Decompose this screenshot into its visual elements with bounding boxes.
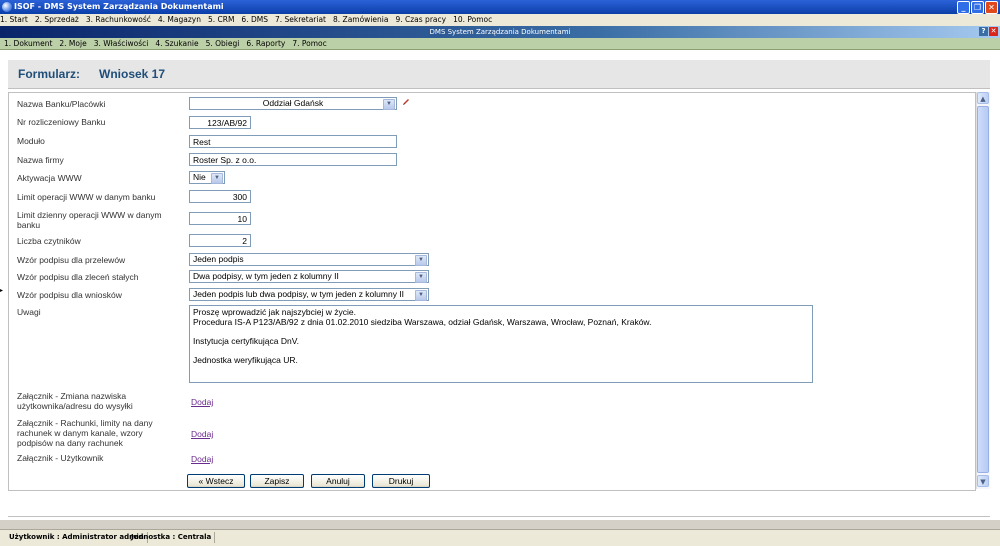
www-label: Aktywacja WWW <box>17 173 82 183</box>
company-input[interactable]: Roster Sp. z o.o. <box>189 153 397 166</box>
notes-label: Uwagi <box>17 307 41 317</box>
submenu-document[interactable]: 1. Dokument <box>4 39 52 48</box>
subwindow-close-icon[interactable]: ✕ <box>989 27 998 36</box>
back-button[interactable]: « Wstecz <box>187 474 245 488</box>
form-header: Formularz: Wniosek 17 <box>8 60 990 89</box>
att1-add-link[interactable]: Dodaj <box>191 397 213 407</box>
menu-worktime[interactable]: 9. Czas pracy <box>395 15 446 24</box>
submenu-search[interactable]: 4. Szukanie <box>155 39 198 48</box>
chevron-down-icon[interactable]: ▼ <box>211 173 223 184</box>
submenu-properties[interactable]: 3. Właściwości <box>94 39 149 48</box>
restore-icon[interactable]: ❐ <box>971 1 984 14</box>
dms-menu: 1. Dokument 2. Moje 3. Właściwości 4. Szuka… <box>0 38 1000 50</box>
module-input[interactable]: Rest <box>189 135 397 148</box>
menu-secretariat[interactable]: 7. Sekretariat <box>275 15 326 24</box>
notes-line: Jednostka weryfikująca UR. <box>193 354 298 365</box>
menu-start[interactable]: 1. Start <box>0 15 28 24</box>
menu-accounting[interactable]: 3. Rachunkowość <box>86 15 151 24</box>
notes-textarea[interactable]: Proszę wprowadzić jak najszybciej w życi… <box>189 305 813 383</box>
submenu-help[interactable]: 7. Pomoc <box>292 39 326 48</box>
att1-label: Załącznik - Zmiana nazwiska użytkownika/… <box>17 391 133 411</box>
scroll-up-icon[interactable]: ▲ <box>977 92 989 104</box>
close-icon[interactable]: ✕ <box>985 1 998 14</box>
window-controls: _ ❐ ✕ <box>957 1 998 14</box>
limit-op-input[interactable]: 300 <box>189 190 251 203</box>
company-label: Nazwa firmy <box>17 155 64 165</box>
readers-input[interactable]: 2 <box>189 234 251 247</box>
bank-label: Nazwa Banku/Placówki <box>17 99 106 109</box>
clearing-label: Nr rozliczeniowy Banku <box>17 117 106 127</box>
status-unit: Jednostka : Centrala <box>128 532 216 543</box>
att2-add-link[interactable]: Dodaj <box>191 429 213 439</box>
sig-requests-value: Jeden podpis lub dwa podpisy, w tym jede… <box>193 289 405 299</box>
sig-requests-label: Wzór podpisu dla wniosków <box>17 290 122 300</box>
app-icon <box>2 2 12 12</box>
limit-day-label: Limit dzienny operacji WWW w danym banku <box>17 210 162 230</box>
submenu-mine[interactable]: 2. Moje <box>59 39 86 48</box>
sig-transfer-label: Wzór podpisu dla przelewów <box>17 255 126 265</box>
limit-day-input[interactable]: 10 <box>189 212 251 225</box>
print-button[interactable]: Drukuj <box>372 474 430 488</box>
clearing-input[interactable]: 123/AB/92 <box>189 116 251 129</box>
submenu-workflows[interactable]: 5. Obiegi <box>206 39 240 48</box>
www-select[interactable]: Nie ▼ <box>189 171 225 184</box>
sig-standing-select[interactable]: Dwa podpisy, w tym jeden z kolumny II ▼ <box>189 270 429 283</box>
vertical-scrollbar[interactable]: ▲ ▼ <box>976 92 990 489</box>
minimize-icon[interactable]: _ <box>957 1 970 14</box>
status-user: Użytkownik : Administrator admin <box>6 532 148 543</box>
chevron-down-icon[interactable]: ▼ <box>415 290 427 301</box>
splitter-arrow-icon[interactable]: ▸ <box>0 287 3 294</box>
sig-standing-label: Wzór podpisu dla zleceń stałych <box>17 272 139 282</box>
sig-transfer-value: Jeden podpis <box>193 254 244 264</box>
sig-transfer-select[interactable]: Jeden podpis ▼ <box>189 253 429 266</box>
menu-sales[interactable]: 2. Sprzedaż <box>35 15 79 24</box>
att3-add-link[interactable]: Dodaj <box>191 454 213 464</box>
notes-line: Instytucja certyfikująca DnV. <box>193 335 299 346</box>
menu-crm[interactable]: 5. CRM <box>208 15 234 24</box>
chevron-down-icon[interactable]: ▼ <box>383 99 395 110</box>
menu-help[interactable]: 10. Pomoc <box>453 15 492 24</box>
form-name: Wniosek 17 <box>99 67 166 81</box>
subwindow-title-bar: DMS System Zarządzania Dokumentami ? ✕ <box>0 26 1000 38</box>
readers-label: Liczba czytników <box>17 236 81 246</box>
cancel-button[interactable]: Anuluj <box>311 474 365 488</box>
pencil-icon[interactable] <box>402 98 410 106</box>
status-bar: Użytkownik : Administrator admin Jednost… <box>0 529 1000 546</box>
chevron-down-icon[interactable]: ▼ <box>415 272 427 283</box>
limit-op-label: Limit operacji WWW w danym banku <box>17 192 156 202</box>
chevron-down-icon[interactable]: ▼ <box>415 255 427 266</box>
save-button[interactable]: Zapisz <box>250 474 304 488</box>
divider <box>8 516 990 517</box>
notes-line: Procedura IS-A P123/AB/92 z dnia 01.02.2… <box>193 316 652 327</box>
submenu-reports[interactable]: 6. Raporty <box>246 39 285 48</box>
bank-select[interactable]: Oddział Gdańsk ▼ <box>189 97 397 110</box>
att3-label: Załącznik - Użytkownik <box>17 453 104 463</box>
scroll-thumb[interactable] <box>977 106 989 473</box>
sig-requests-select[interactable]: Jeden podpis lub dwa podpisy, w tym jede… <box>189 288 429 301</box>
www-value: Nie <box>193 172 206 182</box>
module-label: Moduło <box>17 136 45 146</box>
subwindow-title: DMS System Zarządzania Dokumentami <box>429 28 571 36</box>
menu-warehouse[interactable]: 4. Magazyn <box>158 15 201 24</box>
menu-dms[interactable]: 6. DMS <box>241 15 268 24</box>
help-icon[interactable]: ? <box>979 27 988 36</box>
att2-label: Załącznik - Rachunki, limity na dany rac… <box>17 418 153 448</box>
scroll-down-icon[interactable]: ▼ <box>977 475 989 487</box>
sig-standing-value: Dwa podpisy, w tym jeden z kolumny II <box>193 271 339 281</box>
bank-value: Oddział Gdańsk <box>262 98 324 108</box>
menu-orders[interactable]: 8. Zamówienia <box>333 15 388 24</box>
form-label: Formularz: <box>18 67 81 81</box>
app-title: ISOF - DMS System Zarządzania Dokumentam… <box>14 2 224 11</box>
app-title-bar: ISOF - DMS System Zarządzania Dokumentam… <box>0 0 1000 14</box>
